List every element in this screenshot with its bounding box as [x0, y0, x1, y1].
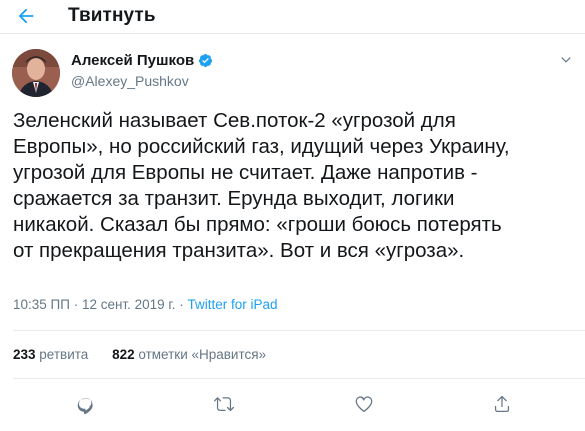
like-button[interactable]: [352, 392, 376, 416]
avatar[interactable]: [12, 49, 60, 97]
chevron-down-icon: [561, 57, 571, 63]
tweet-text: Зеленский называет Сев.поток-2 «угрозой …: [13, 108, 579, 264]
tweet-text-line: Зеленский называет Сев.поток-2 «угрозой …: [13, 109, 456, 132]
tweet-text-line: никакой. Сказал бы прямо: «гроши боюсь п…: [13, 213, 502, 236]
back-button[interactable]: [12, 2, 40, 30]
tweet-meta: 10:35 ПП · 12 сент. 2019 г. · Twitter fo…: [13, 297, 277, 312]
reply-icon: [77, 398, 93, 414]
tweet-menu-button[interactable]: [556, 50, 576, 70]
retweets-stat[interactable]: 233 ретвита: [13, 347, 88, 362]
reply-button[interactable]: [74, 392, 98, 416]
divider: [13, 378, 585, 379]
tweet-text-line: сражается за транзит. Ерунда выходит, ло…: [13, 187, 455, 210]
likes-stat[interactable]: 822 отметки «Нравится»: [112, 347, 266, 362]
author-name[interactable]: Алексей Пушков: [71, 52, 213, 69]
arrow-left-icon: [18, 8, 34, 24]
tweet-actions: [0, 388, 585, 420]
top-bar: Твитнуть: [0, 0, 585, 34]
likes-label: отметки «Нравится»: [138, 347, 267, 362]
tweet-text-line: угрозой для Европы не считает. Даже напр…: [13, 161, 478, 184]
heart-icon: [355, 396, 373, 413]
author-name-text[interactable]: Алексей Пушков: [71, 52, 194, 69]
divider: [13, 330, 585, 331]
meta-separator: ·: [175, 297, 188, 312]
verified-badge-icon: [199, 53, 213, 68]
likes-count: 822: [112, 347, 135, 362]
author-handle[interactable]: @Alexey_Pushkov: [71, 73, 189, 89]
retweets-count: 233: [13, 347, 36, 362]
page-title: Твитнуть: [68, 5, 156, 26]
tweet-stats: 233 ретвита 822 отметки «Нравится»: [13, 347, 286, 362]
tweet-text-line: от прекращения транзита». Вот и вся «угр…: [13, 239, 465, 262]
retweets-label: ретвита: [39, 347, 89, 362]
tweet-time[interactable]: 10:35 ПП: [13, 297, 70, 312]
tweet-date[interactable]: 12 сент. 2019 г.: [82, 297, 175, 312]
tweet-source-link[interactable]: Twitter for iPad: [187, 297, 277, 312]
share-button[interactable]: [490, 392, 514, 416]
meta-separator: ·: [69, 297, 82, 312]
retweet-button[interactable]: [212, 392, 236, 416]
tweet-text-line: Европы», но российский газ, идущий через…: [13, 135, 510, 158]
retweet-icon: [214, 397, 234, 412]
share-icon: [494, 395, 510, 412]
